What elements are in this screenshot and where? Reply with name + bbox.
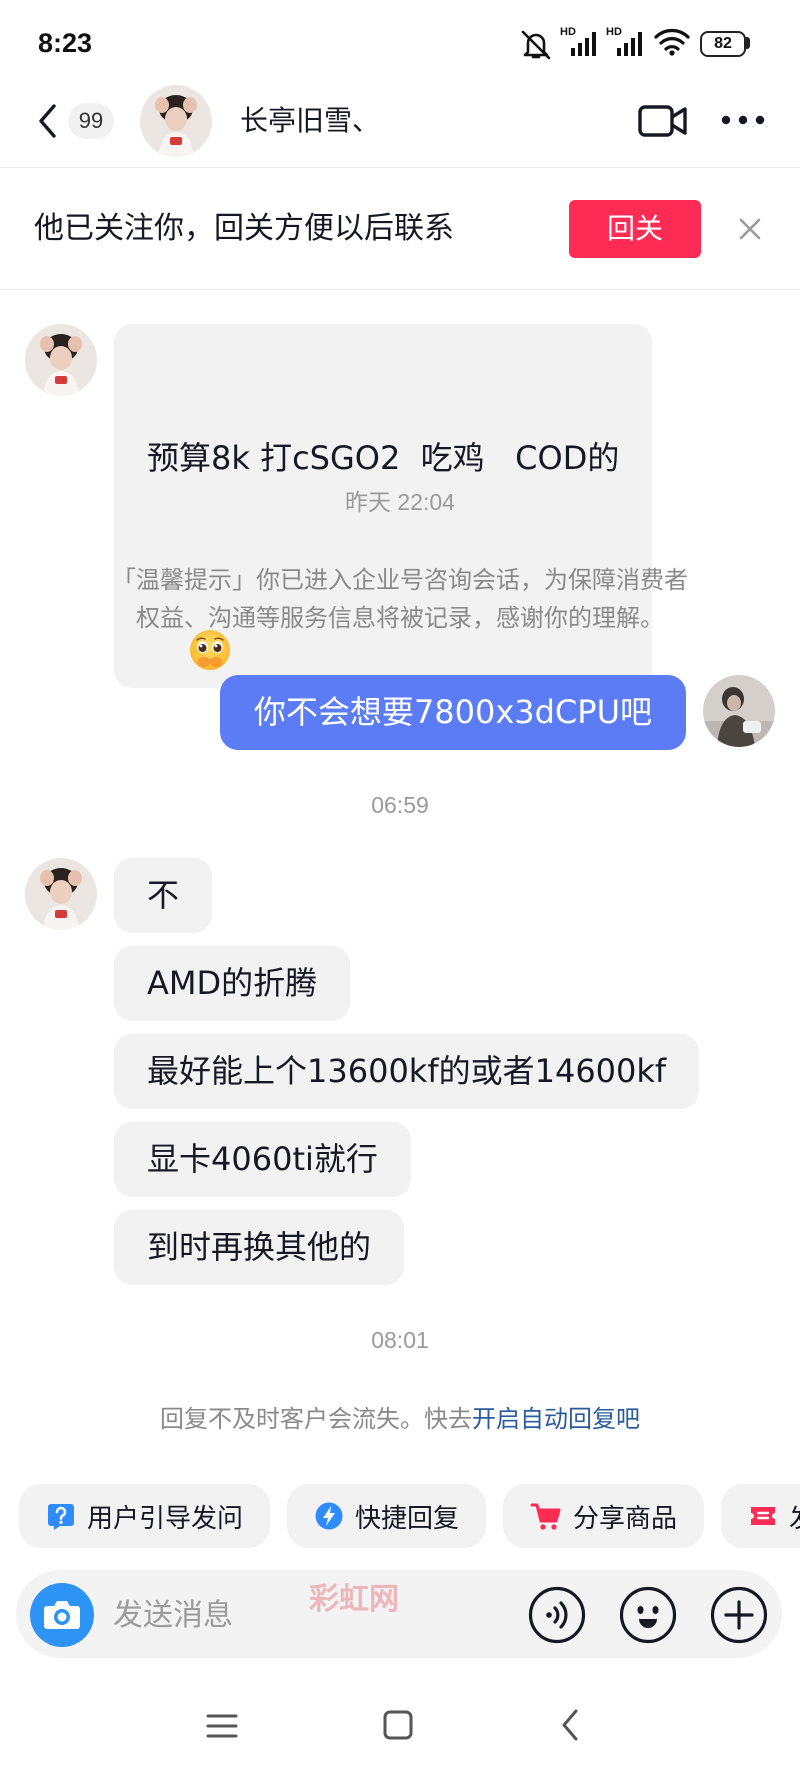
- battery-icon: 82: [700, 31, 746, 57]
- incoming-message-bubble[interactable]: 不: [114, 858, 213, 933]
- watermark: 彩虹网: [309, 1582, 399, 1617]
- quick-action-label: 分享商品: [573, 1503, 678, 1534]
- camera-icon[interactable]: [29, 1582, 95, 1648]
- ticket-icon: [751, 1507, 776, 1525]
- close-icon[interactable]: [738, 217, 762, 241]
- message-text: 预算8k 打cSGO2 吃鸡 COD的: [147, 439, 620, 477]
- signal-icon: [617, 32, 642, 56]
- mute-icon: [521, 30, 551, 60]
- auto-reply-hint: 回复不及时客户会流失。快去开启自动回复吧: [0, 1403, 800, 1435]
- incoming-message-bubble[interactable]: AMD的折腾: [114, 946, 351, 1021]
- battery-nub: [746, 37, 750, 49]
- quick-action-label: 发: [789, 1498, 800, 1535]
- signal-1: HD: [560, 26, 602, 60]
- question-icon: [48, 1504, 74, 1530]
- status-time: 8:23: [38, 28, 93, 58]
- cart-icon: [530, 1503, 561, 1530]
- lightning-icon: [315, 1502, 343, 1530]
- contact-avatar[interactable]: [140, 85, 212, 157]
- banner-divider: [0, 289, 800, 290]
- signal-2: HD: [606, 26, 648, 60]
- voice-icon[interactable]: [528, 1586, 586, 1644]
- quick-action-label: 用户引导发问: [87, 1503, 244, 1534]
- video-call-icon[interactable]: [638, 104, 688, 138]
- quick-actions-bar[interactable]: 用户引导发问 快捷回复 分享商品 发: [0, 1484, 800, 1548]
- timestamp: 昨天 22:04: [345, 489, 455, 515]
- auto-reply-hint-text: 回复不及时客户会流失。快去: [160, 1405, 472, 1433]
- timestamp: 06:59: [371, 792, 429, 818]
- back-icon[interactable]: [34, 101, 62, 141]
- timestamp: 08:01: [371, 1327, 429, 1353]
- incoming-message-bubble[interactable]: 显卡4060ti就行: [114, 1122, 411, 1197]
- emoji-icon[interactable]: [619, 1586, 677, 1644]
- quick-action-guide-question[interactable]: 用户引导发问: [19, 1484, 271, 1548]
- incoming-message-bubble[interactable]: 到时再换其他的: [114, 1210, 405, 1285]
- incoming-message-group: 不 AMD的折腾 最好能上个13600kf的或者14600kf 显卡4060ti…: [114, 858, 700, 1285]
- quick-action-share-product[interactable]: 分享商品: [503, 1484, 705, 1548]
- my-avatar[interactable]: [703, 675, 775, 747]
- notice-line: 「温馨提示」你已进入企业号咨询会话，为保障消费者: [112, 566, 688, 594]
- contact-avatar[interactable]: [25, 858, 97, 930]
- quick-action-label: 快捷回复: [355, 1503, 460, 1534]
- incoming-message-bubble[interactable]: 最好能上个13600kf的或者14600kf: [114, 1034, 700, 1109]
- enable-auto-reply-link[interactable]: 开启自动回复吧: [472, 1405, 640, 1433]
- follow-banner-text: 他已关注你，回关方便以后联系: [34, 211, 454, 246]
- notice-line: 权益、沟通等服务信息将被记录，感谢你的理解。: [136, 604, 664, 632]
- wifi-icon: [654, 29, 690, 56]
- plus-icon[interactable]: [710, 1586, 768, 1644]
- quick-action-coupon[interactable]: 发: [721, 1484, 800, 1548]
- follow-back-button[interactable]: 回关: [569, 200, 701, 258]
- back-nav-icon[interactable]: [558, 1707, 582, 1743]
- system-notice: 「温馨提示」你已进入企业号咨询会话，为保障消费者 权益、沟通等服务信息将被记录，…: [0, 561, 800, 637]
- home-icon[interactable]: [381, 1708, 415, 1742]
- contact-avatar[interactable]: [25, 324, 97, 396]
- message-input[interactable]: [113, 1594, 493, 1636]
- menu-icon[interactable]: [204, 1712, 240, 1740]
- header-divider: [0, 167, 800, 168]
- signal-icon: [571, 32, 596, 56]
- quick-action-quick-reply[interactable]: 快捷回复: [287, 1484, 487, 1548]
- contact-name[interactable]: 长亭旧雪、: [240, 103, 380, 139]
- outgoing-message-bubble[interactable]: 你不会想要7800x3dCPU吧: [219, 675, 686, 750]
- unread-count-badge[interactable]: 99: [68, 103, 114, 139]
- more-icon[interactable]: [720, 113, 766, 127]
